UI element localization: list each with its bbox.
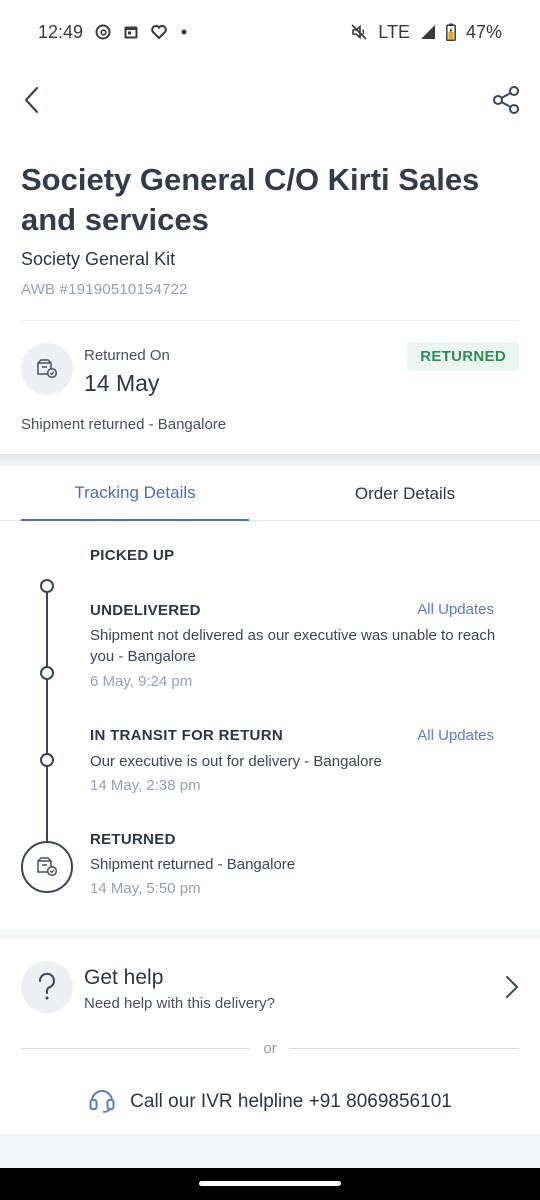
all-updates-link[interactable]: All Updates [417, 727, 494, 744]
tab-tracking-details[interactable]: Tracking Details [21, 466, 249, 521]
timeline-dot [40, 666, 54, 680]
status-bar: 12:49 LTE 47% [0, 0, 540, 64]
timeline-line [46, 585, 48, 865]
package-status-icon [21, 343, 73, 395]
battery-percent: 47% [465, 21, 502, 42]
event-status: IN TRANSIT FOR RETURN [90, 727, 283, 744]
event-time: 14 May, 5:50 pm [90, 880, 201, 897]
heart-icon [151, 25, 167, 39]
system-nav-bar [0, 1168, 540, 1200]
divider-line [21, 1048, 249, 1049]
shipment-title: Society General C/O Kirti Sales and serv… [21, 162, 480, 237]
help-title: Get help [84, 966, 164, 989]
mute-icon [350, 23, 368, 41]
status-badge: RETURNED [407, 342, 519, 371]
help-subtitle: Need help with this delivery? [84, 995, 275, 1012]
bottom-spacer [0, 1134, 540, 1168]
event-status: PICKED UP [90, 547, 175, 564]
event-description: Our executive is out for delivery - Bang… [90, 753, 382, 770]
awb-number[interactable]: AWB #19190510154722 [21, 281, 188, 298]
app-bar [0, 78, 540, 124]
returned-package-icon [21, 841, 73, 893]
tracking-timeline: PICKED UP UNDELIVERED All Updates Shipme… [0, 522, 540, 930]
share-icon [493, 86, 519, 114]
timeline-dot [40, 579, 54, 593]
event-status: RETURNED [90, 831, 176, 848]
event-time: 6 May, 9:24 pm [90, 673, 193, 690]
ivr-helpline-button[interactable]: Call our IVR helpline +91 8069856101 [0, 1080, 540, 1124]
home-gesture-handle[interactable] [199, 1181, 341, 1186]
event-time: 14 May, 2:38 pm [90, 777, 201, 794]
returned-on-label: Returned On [84, 347, 170, 364]
ivr-helpline-text: Call our IVR helpline +91 8069856101 [130, 1091, 452, 1112]
back-arrow-icon [24, 86, 39, 114]
timeline-dot [40, 753, 54, 767]
threads-icon [95, 24, 111, 40]
tab-bar: Tracking Details Order Details [0, 466, 540, 521]
dot-icon [179, 27, 189, 37]
back-button[interactable] [14, 82, 50, 118]
status-note: Shipment returned - Bangalore [21, 416, 227, 433]
signal-icon [420, 24, 436, 40]
share-button[interactable] [488, 82, 524, 118]
all-updates-link[interactable]: All Updates [417, 601, 494, 618]
calendar-icon [123, 24, 139, 40]
event-status: UNDELIVERED [90, 602, 201, 619]
chevron-right-icon [502, 975, 522, 999]
event-description: Shipment returned - Bangalore [90, 856, 296, 873]
get-help-row[interactable]: Get help Need help with this delivery? [0, 939, 540, 1039]
question-icon [21, 961, 73, 1013]
headset-icon [88, 1087, 116, 1118]
status-card: Returned On 14 May RETURNED Shipment ret… [0, 330, 540, 454]
tab-order-details[interactable]: Order Details [290, 466, 520, 521]
section-separator [0, 930, 540, 939]
returned-on-date: 14 May [84, 370, 160, 396]
section-separator [0, 454, 540, 466]
network-label: LTE [378, 21, 410, 42]
or-divider: or [21, 1040, 519, 1060]
battery-icon [446, 23, 456, 41]
divider [21, 320, 519, 321]
or-text: or [263, 1040, 277, 1057]
divider-line [289, 1048, 519, 1049]
shipment-subtitle: Society General Kit [21, 249, 176, 269]
status-time: 12:49 [38, 21, 84, 42]
event-description: Shipment not delivered as our executive … [90, 627, 496, 665]
